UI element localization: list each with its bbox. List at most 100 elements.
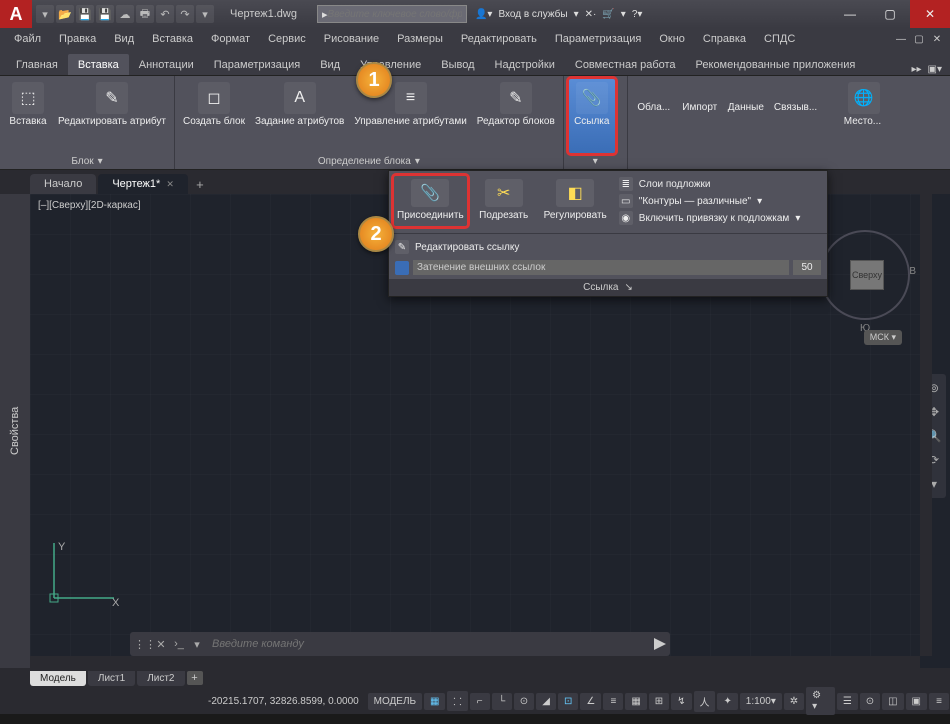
block-editor-button[interactable]: ✎Редактор блоков (473, 78, 559, 154)
menu-spds[interactable]: СПДС (756, 31, 803, 47)
tab-addins[interactable]: Надстройки (485, 54, 565, 75)
account-icon[interactable]: 👤▾ (475, 9, 492, 20)
cmd-expand-icon[interactable] (654, 638, 666, 650)
mdi-minimize-icon[interactable]: — (894, 34, 908, 45)
tab-featured[interactable]: Рекомендованные приложения (686, 54, 866, 75)
command-input[interactable] (206, 638, 650, 650)
qat-new-icon[interactable]: ▾ (36, 5, 54, 23)
define-attrs-button[interactable]: AЗадание атрибутов (251, 78, 348, 154)
cycling-button[interactable]: ⊞ (649, 693, 669, 710)
exchange-icon[interactable]: ✕· (585, 9, 597, 20)
doc-tab-start[interactable]: Начало (30, 174, 96, 194)
attach-button[interactable]: 📎 Присоединить (393, 175, 468, 227)
viewcube-east[interactable]: В (909, 266, 916, 277)
snap-button[interactable]: ⸬ (447, 691, 467, 711)
qat-redo-icon[interactable]: ↷ (176, 5, 194, 23)
account-chevron-icon[interactable]: ▾ (574, 9, 579, 20)
ribbon-collapse-icon[interactable]: ▣▾ (928, 64, 942, 75)
menu-dimensions[interactable]: Размеры (389, 31, 451, 47)
cleanscreen-button[interactable]: ▣ (906, 693, 927, 710)
panel-block-title[interactable]: Блок▾ (4, 154, 170, 169)
tab-output[interactable]: Вывод (431, 54, 484, 75)
menu-view[interactable]: Вид (106, 31, 142, 47)
search-input[interactable] (327, 9, 461, 20)
cmd-chevron-icon[interactable]: ▾ (188, 638, 206, 651)
menu-edit[interactable]: Правка (51, 31, 104, 47)
menu-help[interactable]: Справка (695, 31, 754, 47)
workspace-button[interactable]: ⚙ ▾ (806, 687, 835, 715)
layout-tab-sheet1[interactable]: Лист1 (88, 671, 135, 686)
location-button[interactable]: 🌐Место... (840, 78, 888, 165)
tab-collab[interactable]: Совместная работа (565, 54, 686, 75)
qat-more-icon[interactable]: ▾ (196, 5, 214, 23)
tab-home[interactable]: Главная (6, 54, 68, 75)
cart-icon[interactable]: 🛒 (602, 9, 614, 20)
ribbon-play-icon[interactable]: ▸▸ (911, 64, 921, 75)
layout-tab-model[interactable]: Модель (30, 671, 86, 686)
command-line[interactable]: ⋮⋮ ✕ ›_ ▾ (130, 632, 670, 656)
cmd-handle-icon[interactable]: ⋮⋮ (134, 638, 152, 651)
menu-format[interactable]: Формат (203, 31, 258, 47)
viewcube[interactable]: Сверху Ю В З (820, 230, 910, 320)
customize-button[interactable]: ≡ (929, 693, 949, 710)
dynucs-button[interactable]: ↯ (671, 693, 691, 710)
transparency-button[interactable]: ▦ (625, 693, 646, 710)
app-logo[interactable]: A (0, 0, 32, 28)
link-button[interactable]: Связыв... (770, 78, 821, 165)
menu-service[interactable]: Сервис (260, 31, 314, 47)
polar-button[interactable]: ⊙ (514, 693, 534, 710)
mdi-restore-icon[interactable]: ▢ (912, 34, 926, 45)
underlay-layers-button[interactable]: ≣Слои подложки (619, 177, 819, 191)
tab-close-icon[interactable]: ✕ (166, 179, 174, 190)
qat-undo-icon[interactable]: ↶ (156, 5, 174, 23)
layout-tab-sheet2[interactable]: Лист2 (137, 671, 184, 686)
filter-button[interactable]: 人 (694, 691, 716, 712)
new-doc-tab-button[interactable]: + (190, 174, 210, 194)
iso-button[interactable]: ◢ (536, 693, 556, 710)
add-layout-button[interactable]: + (187, 671, 203, 685)
ortho-button[interactable]: └ (492, 693, 512, 710)
menu-insert[interactable]: Вставка (144, 31, 201, 47)
data-button[interactable]: Данные (724, 78, 768, 165)
edit-attribute-button[interactable]: ✎ Редактировать атрибут (54, 78, 170, 154)
dropdown-footer[interactable]: Ссылка↘ (389, 279, 827, 296)
viewport-label[interactable]: [–][Сверху][2D-каркас] (38, 200, 141, 211)
annoscale-button[interactable]: ✲ (784, 693, 804, 710)
panel-reference-title[interactable]: ▾ (568, 154, 623, 169)
scale-button[interactable]: 1:100 ▾ (740, 693, 782, 710)
lineweight-button[interactable]: ≡ (603, 693, 623, 710)
viewcube-face[interactable]: Сверху (850, 260, 884, 290)
properties-panel-tab[interactable]: Свойства (0, 194, 30, 668)
osnap-button[interactable]: ⊡ (558, 693, 578, 710)
cloud-button[interactable]: Обла... (632, 78, 676, 165)
model-space-button[interactable]: МОДЕЛЬ (368, 693, 422, 710)
infer-button[interactable]: ⌐ (470, 693, 490, 710)
create-block-button[interactable]: ◻Создать блок (179, 78, 249, 154)
menu-file[interactable]: Файл (6, 31, 49, 47)
isolate-button[interactable]: ◫ (882, 693, 903, 710)
h-scrollbar[interactable] (30, 656, 920, 668)
otrack-button[interactable]: ∠ (580, 693, 601, 710)
cmd-close-icon[interactable]: ✕ (152, 638, 170, 651)
menu-parametric[interactable]: Параметризация (547, 31, 649, 47)
edit-reference-button[interactable]: ✎ Редактировать ссылку (389, 236, 827, 258)
search-box[interactable]: ▸ (317, 5, 467, 23)
reference-button[interactable]: 📎 Ссылка (568, 78, 616, 154)
qat-web-icon[interactable]: ☁ (116, 5, 134, 23)
adjust-button[interactable]: ◧ Регулировать (540, 175, 611, 227)
qat-save-icon[interactable]: 💾 (76, 5, 94, 23)
fade-slider[interactable]: Затенение внешних ссылок (413, 260, 789, 275)
import-button[interactable]: Импорт (678, 78, 722, 165)
wcs-badge[interactable]: МСК ▾ (864, 330, 902, 345)
help-icon[interactable]: ?▾ (632, 9, 643, 20)
minimize-button[interactable]: — (830, 0, 870, 28)
account-label[interactable]: Вход в службы (498, 9, 567, 20)
doc-tab-current[interactable]: Чертеж1*✕ (98, 174, 188, 194)
v-scrollbar[interactable] (920, 194, 932, 656)
tab-parametric[interactable]: Параметризация (204, 54, 310, 75)
mdi-close-icon[interactable]: ✕ (930, 34, 944, 45)
close-button[interactable]: ✕ (910, 0, 950, 28)
insert-block-button[interactable]: ⬚ Вставка (4, 78, 52, 154)
qat-open-icon[interactable]: 📂 (56, 5, 74, 23)
fade-value[interactable]: 50 (793, 260, 821, 275)
